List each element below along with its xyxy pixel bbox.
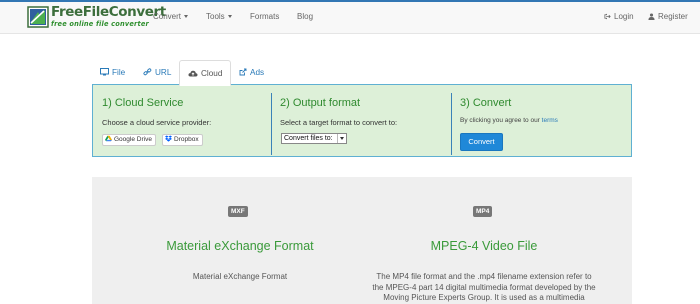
step1-title: 1) Cloud Service: [102, 97, 184, 109]
top-navbar: FreeFileConvert free online file convert…: [0, 0, 700, 34]
nav-blog[interactable]: Blog: [297, 12, 313, 21]
target-format-description: The MP4 file format and the .mp4 filenam…: [354, 272, 614, 304]
external-link-icon: [239, 68, 247, 76]
step2-text: Select a target format to convert to:: [280, 118, 398, 127]
dropbox-label: Dropbox: [174, 136, 199, 143]
step3-title: 3) Convert: [460, 97, 512, 109]
nav-blog-label: Blog: [297, 12, 314, 21]
chevron-down-icon: [227, 15, 232, 19]
nav-convert[interactable]: Convert: [153, 12, 189, 21]
login-icon: [604, 13, 611, 20]
description-line: The MP4 file format and the .mp4 filenam…: [376, 272, 592, 281]
nav-convert-label: Convert: [153, 12, 182, 21]
chevron-down-icon: [337, 134, 345, 143]
description-line: Moving Picture Experts Group. It is used…: [383, 293, 585, 302]
terms-prefix: By clicking you agree to our: [460, 117, 540, 124]
format-info-section: MXF Material eXchange Format Material eX…: [92, 177, 632, 304]
output-format-select[interactable]: Convert files to:: [281, 133, 347, 144]
tab-url[interactable]: URL: [143, 60, 171, 85]
login-link[interactable]: Login: [604, 12, 634, 21]
tab-ads[interactable]: Ads: [239, 60, 264, 85]
google-drive-label: Google Drive: [114, 136, 152, 143]
terms-notice: By clicking you agree to our terms: [460, 117, 558, 124]
dropbox-icon: [165, 135, 172, 142]
tab-cloud-label: Cloud: [201, 69, 223, 78]
nav-formats[interactable]: Formats: [250, 12, 279, 21]
nav-formats-label: Formats: [250, 12, 280, 21]
input-tabs: File URL Cloud Ads: [91, 60, 631, 86]
register-link[interactable]: Register: [648, 12, 688, 21]
site-logo[interactable]: FreeFileConvert free online file convert…: [27, 5, 166, 29]
chevron-down-icon: [184, 15, 189, 19]
tab-file-label: File: [112, 68, 126, 77]
tab-file[interactable]: File: [100, 60, 125, 85]
cloud-icon: [188, 70, 198, 77]
dropbox-button[interactable]: Dropbox: [162, 134, 203, 146]
login-label: Login: [614, 12, 634, 21]
target-format-title: MPEG-4 Video File: [430, 239, 538, 253]
terms-link[interactable]: terms: [542, 117, 558, 124]
logo-icon: [27, 6, 49, 28]
step1-text: Choose a cloud service provider:: [102, 118, 212, 127]
google-drive-button[interactable]: Google Drive: [102, 134, 156, 146]
nav-tools[interactable]: Tools: [206, 12, 232, 21]
user-icon: [648, 13, 655, 20]
source-format-title: Material eXchange Format: [166, 239, 314, 253]
navbar-accent-line: [0, 0, 700, 2]
logo-tagline: free online file converter: [51, 19, 149, 28]
convert-button[interactable]: Convert: [460, 133, 503, 151]
source-format-badge: MXF: [228, 206, 248, 217]
target-format-badge: MP4: [473, 206, 493, 217]
step-convert: 3) Convert By clicking you agree to our …: [451, 85, 633, 158]
nav-tools-label: Tools: [206, 12, 225, 21]
tab-cloud[interactable]: Cloud: [179, 60, 232, 86]
google-drive-icon: [105, 135, 112, 142]
description-line: the MPEG-4 part 14 digital multimedia fo…: [372, 282, 596, 292]
conversion-panel: 1) Cloud Service Choose a cloud service …: [92, 84, 632, 157]
step-cloud-service: 1) Cloud Service Choose a cloud service …: [93, 85, 271, 158]
output-format-select-value: Convert files to:: [284, 135, 333, 142]
source-format-description: Material eXchange Format: [192, 272, 288, 281]
tab-ads-label: Ads: [250, 68, 265, 77]
step2-title: 2) Output format: [280, 97, 361, 109]
step-output-format: 2) Output format Select a target format …: [271, 85, 451, 158]
register-label: Register: [658, 12, 688, 21]
monitor-icon: [100, 68, 109, 76]
link-icon: [143, 68, 152, 76]
tab-url-label: URL: [155, 68, 172, 77]
logo-title: FreeFileConvert: [51, 4, 166, 21]
